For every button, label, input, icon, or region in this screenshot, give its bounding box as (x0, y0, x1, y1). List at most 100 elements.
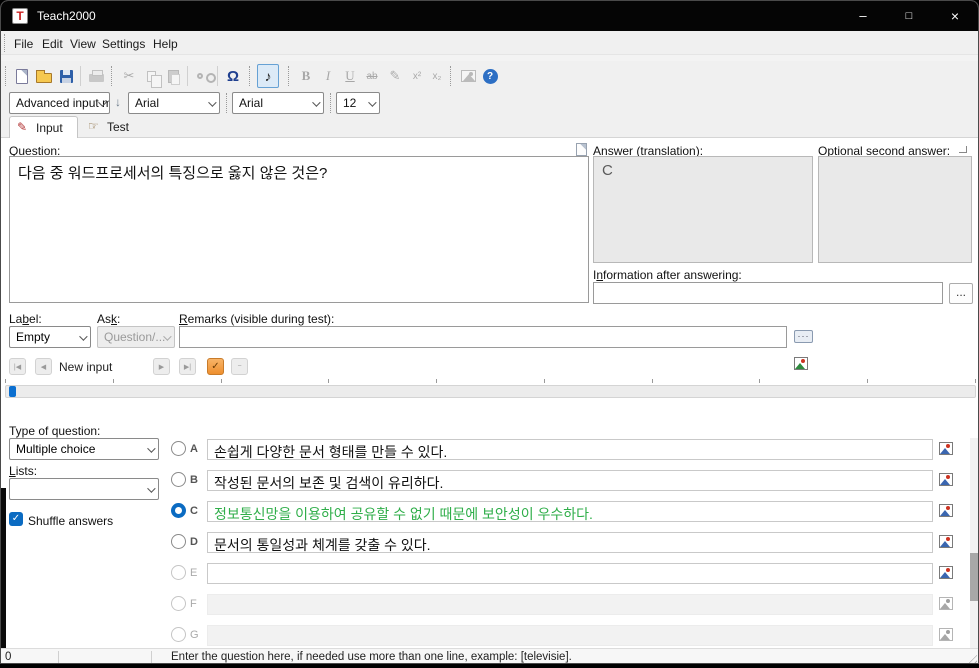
answer-font-select[interactable]: Arial (232, 92, 324, 114)
question-font-select[interactable]: Arial (128, 92, 220, 114)
nav-delete-button[interactable]: − (231, 358, 248, 375)
shuffle-answers-checkbox[interactable]: ✓ (9, 512, 23, 526)
choice-radio-e[interactable] (171, 565, 186, 580)
chevron-down-icon (312, 98, 320, 106)
choices-scrollbar[interactable] (970, 438, 978, 648)
choice-letter-b: B (190, 474, 198, 486)
italic-glyph: I (326, 68, 330, 84)
choice-radio-a[interactable] (171, 441, 186, 456)
tab-input[interactable]: ✎ Input (9, 116, 78, 138)
menu-file[interactable]: File (10, 35, 37, 53)
title-bar[interactable]: T Teach2000 – □ × (1, 1, 978, 31)
choice-input-b[interactable]: 작성된 문서의 보존 및 검색이 유리하다. (207, 470, 933, 491)
maximize-button[interactable]: □ (886, 1, 932, 31)
choices-scrollbar-thumb[interactable] (970, 553, 978, 601)
choice-input-d[interactable]: 문서의 통일성과 체계를 갖출 수 있다. (207, 532, 933, 553)
question-textarea[interactable]: 다음 중 워드프로세서의 특징으로 옳지 않은 것은? (9, 156, 589, 303)
highlight-pen-icon[interactable]: ✎ (384, 64, 406, 88)
superscript-icon[interactable]: x² (406, 64, 428, 88)
help-icon[interactable]: ? (479, 64, 501, 88)
label-label: Label: (9, 312, 42, 326)
special-keys-button[interactable]: ··· (794, 330, 813, 343)
choice-image-button-e[interactable] (939, 566, 953, 579)
underline-icon[interactable]: U (339, 64, 361, 88)
record-slider-thumb[interactable] (9, 386, 16, 397)
new-file-icon[interactable] (11, 64, 33, 88)
open-file-icon[interactable] (33, 64, 55, 88)
subscript-glyph: x₂ (433, 71, 442, 82)
copy-icon[interactable] (140, 64, 162, 88)
strikethrough-icon[interactable]: ab (361, 64, 383, 88)
chevron-down-icon (147, 444, 155, 452)
remarks-field[interactable] (179, 326, 787, 348)
nav-first-button[interactable]: |◀ (9, 358, 26, 375)
nav-last-button[interactable]: ▶| (179, 358, 196, 375)
print-icon[interactable] (85, 64, 107, 88)
choice-radio-b[interactable] (171, 472, 186, 487)
choice-image-button-c[interactable] (939, 504, 953, 517)
bold-icon[interactable]: B (295, 64, 317, 88)
info-after-field[interactable] (593, 282, 943, 304)
insert-image-icon[interactable] (457, 64, 479, 88)
special-characters-icon[interactable]: Ω (222, 64, 244, 88)
choice-letter-c: C (190, 505, 198, 517)
menu-help[interactable]: Help (149, 35, 182, 53)
question-font-value: Arial (135, 96, 159, 110)
label-select[interactable]: Empty (9, 326, 91, 348)
info-after-more-button[interactable]: ... (949, 283, 973, 304)
menu-settings[interactable]: Settings (98, 35, 149, 53)
paste-icon[interactable] (162, 64, 184, 88)
save-file-icon[interactable] (55, 64, 77, 88)
cut-icon[interactable]: ✂ (118, 64, 140, 88)
font-arrow-icon[interactable]: ↓ (115, 95, 121, 109)
question-mark-icon: ? (483, 69, 498, 84)
choice-radio-f[interactable] (171, 596, 186, 611)
underline-glyph: U (345, 68, 354, 84)
choice-letter-f: F (190, 598, 197, 610)
ask-select[interactable]: Question/... (97, 326, 175, 348)
choice-image-button-d[interactable] (939, 535, 953, 548)
close-button[interactable]: × (932, 1, 978, 31)
tab-test[interactable]: ☞ Test (81, 116, 143, 138)
lists-select[interactable] (9, 478, 159, 500)
answer-textarea[interactable]: C (593, 156, 813, 263)
choice-radio-g[interactable] (171, 627, 186, 642)
copy-pages-icon (147, 71, 156, 82)
menu-edit[interactable]: Edit (38, 35, 67, 53)
find-icon[interactable] (192, 64, 214, 88)
remarks-image-button[interactable] (794, 357, 808, 370)
nav-next-button[interactable]: ▶ (153, 358, 170, 375)
menu-view[interactable]: View (66, 35, 100, 53)
resize-grip-icon[interactable] (965, 651, 977, 663)
input-pencil-icon: ✎ (17, 120, 27, 134)
choice-text-a: 손쉽게 다양한 문서 형태를 만들 수 있다. (214, 444, 447, 460)
nav-post-button[interactable]: ✓ (207, 358, 224, 375)
choice-image-button-a[interactable] (939, 442, 953, 455)
choice-letter-d: D (190, 536, 198, 548)
sound-icon[interactable]: ♪ (257, 64, 279, 88)
menu-bar: File Edit View Settings Help (1, 31, 978, 55)
format-gripper (226, 93, 228, 113)
new-document-icon (16, 69, 28, 84)
toolbar-gripper (450, 66, 452, 86)
choice-image-button-b[interactable] (939, 473, 953, 486)
record-slider[interactable] (5, 385, 976, 398)
choice-input-a[interactable]: 손쉽게 다양한 문서 형태를 만들 수 있다. (207, 439, 933, 460)
choice-input-e[interactable] (207, 563, 933, 584)
record-count: 0 (5, 651, 11, 663)
type-of-question-select[interactable]: Multiple choice (9, 438, 159, 460)
window-title: Teach2000 (37, 9, 96, 23)
choice-image-button-g (939, 628, 953, 641)
choice-radio-c[interactable] (171, 503, 186, 518)
subscript-icon[interactable]: x₂ (426, 64, 448, 88)
optional-answer-textarea[interactable] (818, 156, 972, 263)
input-mode-select[interactable]: Advanced input m (9, 92, 110, 114)
nav-prior-button[interactable]: ◀ (35, 358, 52, 375)
choice-radio-d[interactable] (171, 534, 186, 549)
choice-input-c[interactable]: 정보통신망을 이용하여 공유할 수 없기 때문에 보안성이 우수하다. (207, 501, 933, 522)
font-size-select[interactable]: 12 (336, 92, 380, 114)
minimize-button[interactable]: – (840, 1, 886, 31)
italic-icon[interactable]: I (317, 64, 339, 88)
question-document-icon[interactable] (576, 143, 587, 156)
save-floppy-icon (60, 70, 73, 83)
